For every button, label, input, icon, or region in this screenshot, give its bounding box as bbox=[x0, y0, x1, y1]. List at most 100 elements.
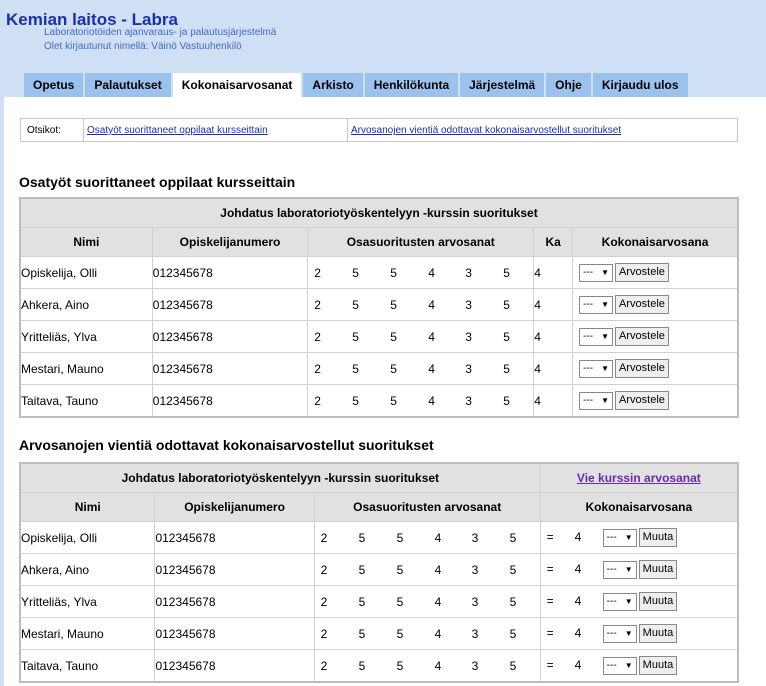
table-row: Yritteliäs, Ylva 012345678 2 5 5 4 3 5 4 --- ▼… bbox=[19, 320, 739, 353]
grade-select[interactable]: --- ▼ bbox=[602, 592, 637, 611]
partial-grade: 5 bbox=[396, 530, 404, 545]
partial-grade: 5 bbox=[509, 658, 517, 673]
section-link-completed[interactable]: Osatyöt suorittaneet oppilaat kursseitta… bbox=[87, 125, 268, 136]
section-index: Otsikot: Osatyöt suorittaneet oppilaat k… bbox=[20, 118, 738, 142]
partial-grade: 2 bbox=[314, 361, 321, 376]
table-row: Mestari, Mauno 012345678 2 5 5 4 3 5 = 4 --- ▼ Mu… bbox=[19, 617, 739, 650]
grade-button[interactable]: Arvostele bbox=[615, 327, 669, 346]
student-number: 012345678 bbox=[154, 585, 315, 618]
equals-sign: = bbox=[546, 529, 554, 544]
overall-grade-cell: --- ▼ Arvostele bbox=[572, 384, 739, 418]
export-link-cell: Vie kurssin arvosanat bbox=[539, 462, 739, 493]
student-name: Yritteliäs, Ylva bbox=[19, 585, 156, 618]
table-row: Taitava, Tauno 012345678 2 5 5 4 3 5 4 --- ▼ Ar… bbox=[19, 384, 739, 418]
tab-jarjestelma[interactable]: Järjestelmä bbox=[460, 73, 545, 97]
partial-grade: 2 bbox=[314, 265, 321, 280]
partial-grade: 5 bbox=[390, 265, 397, 280]
partial-grade: 4 bbox=[428, 297, 435, 312]
tab-henkilokunta[interactable]: Henkilökunta bbox=[364, 73, 459, 97]
overall-grade-cell: --- ▼ Arvostele bbox=[572, 256, 739, 289]
student-name: Mestari, Mauno bbox=[19, 352, 153, 385]
main-nav-tabs: Opetus Palautukset Kokonaisarvosanat Ark… bbox=[24, 73, 690, 97]
grade-select[interactable]: --- ▼ bbox=[579, 263, 614, 282]
grade-select[interactable]: --- ▼ bbox=[579, 327, 614, 346]
change-button[interactable]: Muuta bbox=[638, 656, 678, 675]
grade-select[interactable]: --- ▼ bbox=[579, 295, 614, 314]
partial-grade: 5 bbox=[396, 658, 404, 673]
partial-grade: 5 bbox=[396, 626, 404, 641]
student-number: 012345678 bbox=[154, 553, 315, 586]
grade-select[interactable]: --- ▼ bbox=[602, 624, 637, 643]
partial-grade: 2 bbox=[314, 393, 321, 408]
partial-grades-cell: 2 5 5 4 3 5 bbox=[313, 521, 541, 554]
partial-grade: 5 bbox=[390, 329, 397, 344]
export-grades-link[interactable]: Vie kurssin arvosanat bbox=[577, 471, 701, 485]
grade-select-value: --- bbox=[583, 298, 594, 310]
change-button[interactable]: Muuta bbox=[638, 592, 678, 611]
grade-select-value: --- bbox=[606, 595, 617, 607]
student-number: 012345678 bbox=[151, 352, 309, 385]
partial-grade: 5 bbox=[396, 562, 404, 577]
grade-select[interactable]: --- ▼ bbox=[579, 359, 614, 378]
grade-button[interactable]: Arvostele bbox=[615, 295, 669, 314]
grade-select[interactable]: --- ▼ bbox=[602, 528, 637, 547]
change-button[interactable]: Muuta bbox=[638, 624, 678, 643]
partial-grade: 3 bbox=[471, 594, 479, 609]
completed-table: Johdatus laboratoriotyöskentelyyn -kurss… bbox=[19, 197, 739, 418]
overall-grade-cell: = 4 --- ▼ Muuta bbox=[539, 553, 739, 586]
partial-grade: 5 bbox=[503, 393, 510, 408]
tab-kirjaudu-ulos[interactable]: Kirjaudu ulos bbox=[592, 73, 688, 97]
average-grade: 4 bbox=[533, 352, 574, 385]
partial-grade: 5 bbox=[390, 297, 397, 312]
student-number: 012345678 bbox=[151, 320, 309, 353]
grade-select-value: --- bbox=[583, 266, 594, 278]
overall-grade-cell: = 4 --- ▼ Muuta bbox=[539, 617, 739, 650]
student-name: Ahkera, Aino bbox=[19, 288, 153, 321]
grade-button[interactable]: Arvostele bbox=[615, 263, 669, 282]
partial-grade: 3 bbox=[471, 562, 479, 577]
partial-grade: 4 bbox=[428, 265, 435, 280]
tab-opetus[interactable]: Opetus bbox=[24, 73, 84, 97]
grade-select-value: --- bbox=[606, 627, 617, 639]
col-header-overall-grade: Kokonaisarvosana bbox=[572, 227, 739, 257]
partial-grades-cell: 2 5 5 4 3 5 bbox=[307, 288, 535, 321]
grade-select[interactable]: --- ▼ bbox=[579, 391, 614, 410]
tab-kokonaisarvosanat[interactable]: Kokonaisarvosanat bbox=[172, 73, 302, 97]
partial-grade: 2 bbox=[320, 626, 328, 641]
partial-grade: 4 bbox=[428, 361, 435, 376]
partial-grade: 5 bbox=[358, 530, 366, 545]
change-button[interactable]: Muuta bbox=[638, 560, 678, 579]
partial-grade: 2 bbox=[314, 329, 321, 344]
partial-grade: 5 bbox=[503, 329, 510, 344]
overall-grade: 4 bbox=[574, 593, 582, 608]
grade-select[interactable]: --- ▼ bbox=[602, 560, 637, 579]
student-name: Ahkera, Aino bbox=[19, 553, 156, 586]
partial-grade: 3 bbox=[465, 297, 472, 312]
grade-select-value: --- bbox=[583, 330, 594, 342]
section-link-awaiting-export[interactable]: Arvosanojen vientiä odottavat kokonaisar… bbox=[351, 125, 621, 136]
partial-grade: 5 bbox=[503, 297, 510, 312]
grade-button[interactable]: Arvostele bbox=[615, 391, 669, 410]
average-grade: 4 bbox=[533, 256, 574, 289]
table-row: Opiskelija, Olli 012345678 2 5 5 4 3 5 4 --- ▼… bbox=[19, 256, 739, 289]
table-row: Yritteliäs, Ylva 012345678 2 5 5 4 3 5 = 4 --- ▼… bbox=[19, 585, 739, 618]
overall-grade: 4 bbox=[574, 625, 582, 640]
tab-ohje[interactable]: Ohje bbox=[546, 73, 591, 97]
tab-palautukset[interactable]: Palautukset bbox=[85, 73, 171, 97]
overall-grade-cell: = 4 --- ▼ Muuta bbox=[539, 521, 739, 554]
grade-select[interactable]: --- ▼ bbox=[602, 656, 637, 675]
col-header-student-number: Opiskelijanumero bbox=[151, 227, 309, 257]
awaiting-export-table: Johdatus laboratoriotyöskentelyyn -kurss… bbox=[19, 462, 739, 683]
partial-grade: 4 bbox=[434, 658, 442, 673]
page-header: Kemian laitos - Labra Laboratoriotöiden … bbox=[0, 0, 766, 70]
partial-grade: 5 bbox=[352, 361, 359, 376]
partial-grade: 5 bbox=[352, 329, 359, 344]
change-button[interactable]: Muuta bbox=[638, 528, 678, 547]
chevron-down-icon: ▼ bbox=[601, 267, 610, 277]
tab-arkisto[interactable]: Arkisto bbox=[303, 73, 363, 97]
grade-button[interactable]: Arvostele bbox=[615, 359, 669, 378]
col-header-name: Nimi bbox=[19, 492, 156, 522]
partial-grade: 3 bbox=[465, 329, 472, 344]
col-header-name: Nimi bbox=[19, 227, 153, 257]
partial-grade: 2 bbox=[320, 594, 328, 609]
